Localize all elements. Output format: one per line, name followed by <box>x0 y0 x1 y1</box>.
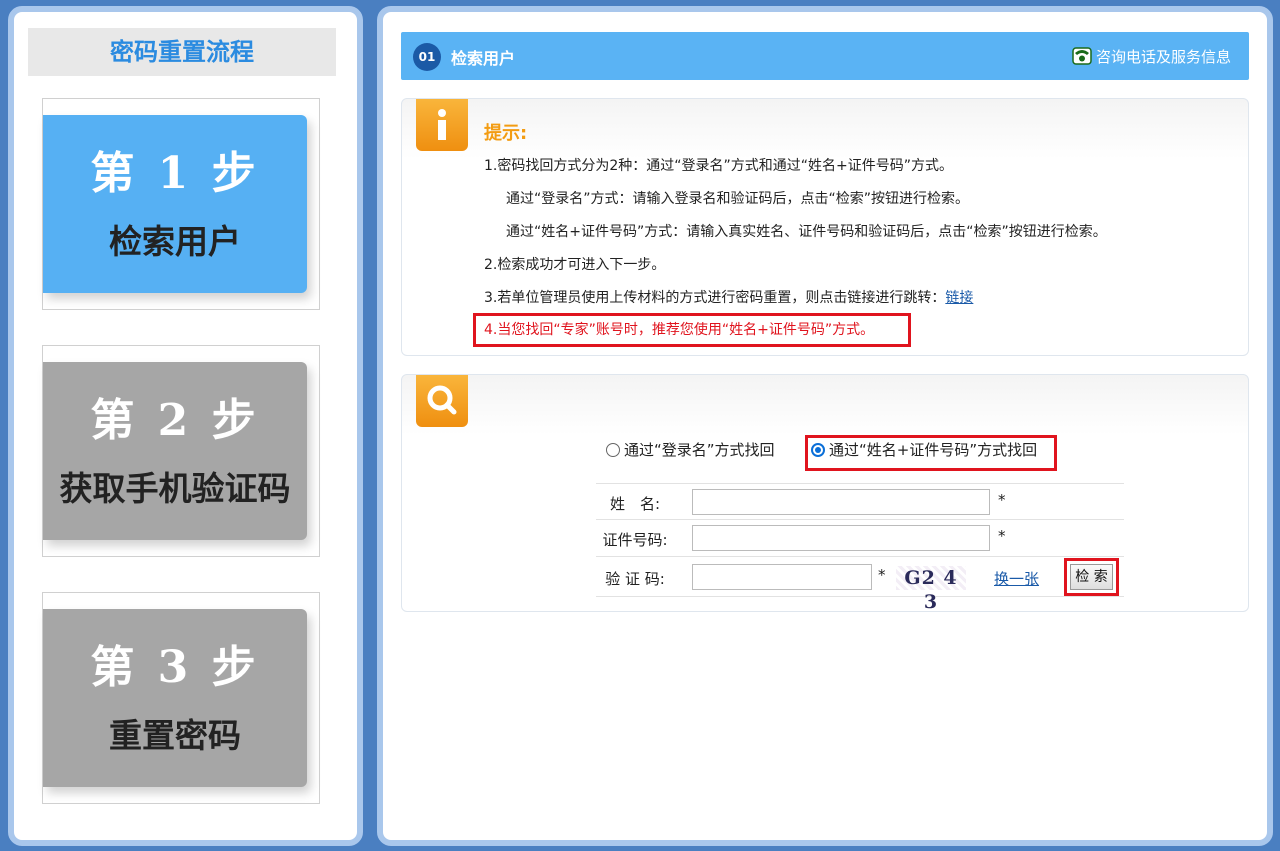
step-3-number: 第 3 步 <box>90 642 260 693</box>
step-3-label: 重置密码 <box>109 716 241 755</box>
name-input[interactable] <box>692 489 990 515</box>
radio-login-label: 通过“登录名”方式找回 <box>624 441 775 459</box>
radio-name-id-option[interactable]: 通过“姓名+证件号码”方式找回 <box>811 439 1037 460</box>
radio-login-option[interactable]: 通过“登录名”方式找回 <box>606 439 775 460</box>
tips-title: 提示: <box>484 123 528 144</box>
radio-name-id-label: 通过“姓名+证件号码”方式找回 <box>829 441 1038 459</box>
left-panel: 密码重置流程 第 1 步 检索用户 第 2 步 获取手机验证码 第 3 步 重置… <box>8 6 363 846</box>
expert-account-notice: 4.当您找回“专家”账号时，推荐您使用“姓名+证件号码”方式。 <box>473 313 911 347</box>
step-1: 第 1 步 检索用户 <box>42 98 320 310</box>
captcha-required-mark: * <box>878 566 886 584</box>
step-badge: 01 <box>413 43 441 71</box>
step-2-card: 第 2 步 获取手机验证码 <box>43 362 307 540</box>
search-button-highlight: 检 索 <box>1064 558 1119 596</box>
name-row: 姓 名: * <box>596 483 1124 520</box>
name-label: 姓 名: <box>609 495 661 513</box>
tip-line-5-text: 3.若单位管理员使用上传材料的方式进行密码重置，则点击链接进行跳转： <box>484 290 946 306</box>
contact-info-text: 咨询电话及服务信息 <box>1095 48 1231 66</box>
tip-line-2: 通过“登录名”方式：请输入登录名和验证码后，点击“检索”按钮进行检索。 <box>506 191 970 207</box>
tip-line-4: 2.检索成功才可进入下一步。 <box>484 257 666 273</box>
search-icon <box>416 375 468 427</box>
phone-icon <box>1072 47 1092 65</box>
info-icon <box>416 99 468 151</box>
page-title: 检索用户 <box>451 49 516 68</box>
captcha-image[interactable]: G2 4 3 <box>896 566 966 613</box>
radio-login[interactable] <box>606 443 620 457</box>
id-label: 证件号码: <box>602 531 668 549</box>
tip-line-5: 3.若单位管理员使用上传材料的方式进行密码重置，则点击链接进行跳转：链接 <box>484 287 973 307</box>
tips-card: 提示: 1.密码找回方式分为2种：通过“登录名”方式和通过“姓名+证件号码”方式… <box>401 98 1249 356</box>
step-1-label: 检索用户 <box>109 222 241 261</box>
name-required-mark: * <box>998 491 1006 509</box>
search-button[interactable]: 检 索 <box>1070 564 1113 590</box>
id-number-input[interactable] <box>692 525 990 551</box>
search-card: 通过“登录名”方式找回 通过“姓名+证件号码”方式找回 姓 名: * 证件号码:… <box>401 374 1249 613</box>
sidebar-title: 密码重置流程 <box>28 28 336 76</box>
step-3-card: 第 3 步 重置密码 <box>43 609 307 787</box>
step-1-number: 第 1 步 <box>90 148 260 199</box>
step-2: 第 2 步 获取手机验证码 <box>42 345 320 557</box>
contact-info-link[interactable]: 咨询电话及服务信息 <box>1072 46 1231 67</box>
id-row: 证件号码: * <box>596 520 1124 557</box>
step-2-label: 获取手机验证码 <box>59 469 291 508</box>
step-3: 第 3 步 重置密码 <box>42 592 320 804</box>
header-bar: 01 检索用户 咨询电话及服务信息 <box>401 32 1249 80</box>
captcha-input[interactable] <box>692 564 872 590</box>
upload-material-link[interactable]: 链接 <box>945 290 973 306</box>
tip-line-1: 1.密码找回方式分为2种：通过“登录名”方式和通过“姓名+证件号码”方式。 <box>484 158 954 174</box>
tip-line-3: 通过“姓名+证件号码”方式：请输入真实姓名、证件号码和验证码后，点击“检索”按钮… <box>506 224 1107 240</box>
refresh-captcha-link[interactable]: 换一张 <box>994 568 1039 589</box>
right-panel: 01 检索用户 咨询电话及服务信息 提示: 1.密码找回方式分为2种：通过“登录… <box>377 6 1273 846</box>
step-2-number: 第 2 步 <box>90 395 260 446</box>
step-1-card: 第 1 步 检索用户 <box>43 115 307 293</box>
captcha-row: 验 证 码: * G2 4 3 换一张 检 索 <box>596 557 1124 613</box>
radio-name-id[interactable] <box>811 443 825 457</box>
captcha-label: 验 证 码: <box>605 570 665 588</box>
id-required-mark: * <box>998 527 1006 545</box>
